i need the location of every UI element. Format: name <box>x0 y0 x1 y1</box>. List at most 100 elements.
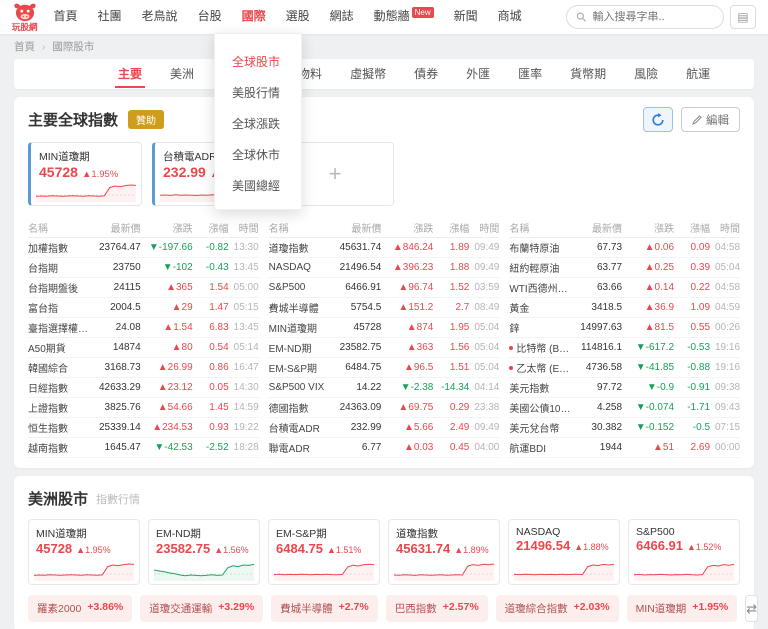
quote-name: 美國公債10年期 <box>509 400 574 415</box>
americas-card-EM-S&P期[interactable]: EM-S&P期6484.75▲1.51% <box>268 519 380 585</box>
quote-row-富台指[interactable]: 富台指2004.5▲291.4705:15 <box>28 298 259 318</box>
tab-美洲[interactable]: 美洲 <box>156 60 208 88</box>
dropdown-item-全球漲跌[interactable]: 全球漲跌 <box>215 108 301 139</box>
mover-chip-道瓊交通運輸[interactable]: 道瓊交通運輸+3.29% <box>140 595 263 622</box>
quote-row-NASDAQ[interactable]: NASDAQ21496.54▲396.231.8809:49 <box>269 258 500 278</box>
quote-price: 3825.76 <box>93 402 141 413</box>
tab-風險[interactable]: 風險 <box>620 60 672 88</box>
quote-price: 4.258 <box>574 402 622 413</box>
quote-time: 13:45 <box>229 262 259 273</box>
nav-item-動態牆[interactable]: 動態牆New <box>364 0 444 35</box>
quote-row-恒生指數[interactable]: 恒生指數25339.14▲234.530.9319:22 <box>28 418 259 438</box>
quote-change-pct: -0.82 <box>193 242 229 253</box>
quote-row-聯電ADR[interactable]: 聯電ADR6.77▲0.030.4504:00 <box>269 438 500 458</box>
quote-row-S&P500[interactable]: S&P5006466.91▲96.741.5203:59 <box>269 278 500 298</box>
tab-外匯[interactable]: 外匯 <box>452 60 504 88</box>
refresh-button[interactable] <box>643 107 673 132</box>
quick-menu-button[interactable]: ▤ <box>730 5 756 29</box>
quote-row-臺指選擇權波動率指數[interactable]: 臺指選擇權波動率指數24.08▲1.546.8313:45 <box>28 318 259 338</box>
quote-change-pct: 1.51 <box>433 362 469 373</box>
tab-債券[interactable]: 債券 <box>400 60 452 88</box>
nav-item-選股[interactable]: 選股 <box>276 0 320 35</box>
mover-chip-巴西指數[interactable]: 巴西指數+2.57% <box>386 595 488 622</box>
quote-row-加權指數[interactable]: 加權指數23764.47▼-197.66-0.8213:30 <box>28 238 259 258</box>
quote-row-費城半導體[interactable]: 費城半導體5754.5▲151.22.708:49 <box>269 298 500 318</box>
tab-匯率[interactable]: 匯率 <box>504 60 556 88</box>
americas-card-MIN道瓊期[interactable]: MIN道瓊期45728▲1.95% <box>28 519 140 585</box>
nav-item-網誌[interactable]: 網誌 <box>320 0 364 35</box>
quote-row-黃金[interactable]: 黃金3418.5▲36.91.0904:59 <box>509 298 740 318</box>
mover-chip-MIN道瓊期[interactable]: MIN道瓊期+1.95% <box>627 595 738 622</box>
americas-card-EM-ND期[interactable]: EM-ND期23582.75▲1.56% <box>148 519 260 585</box>
nav-item-台股[interactable]: 台股 <box>188 0 232 35</box>
quote-row-航運BDI[interactable]: 航運BDI1944▲512.6900:00 <box>509 438 740 458</box>
quote-row-比特幣 (BTC)[interactable]: 比特幣 (BTC)114816.1▼-617.2-0.5319:16 <box>509 338 740 358</box>
new-badge: New <box>412 7 434 18</box>
quote-price: 24.08 <box>93 322 141 333</box>
dropdown-item-全球股市[interactable]: 全球股市 <box>215 46 301 77</box>
quote-row-韓國綜合[interactable]: 韓國綜合3168.73▲26.990.8616:47 <box>28 358 259 378</box>
quote-row-美國公債10年期[interactable]: 美國公債10年期4.258▼-0.074-1.7109:43 <box>509 398 740 418</box>
mover-chip-羅素2000[interactable]: 羅素2000+3.86% <box>28 595 132 622</box>
chips-scroll-button[interactable]: ⇄ <box>745 595 758 622</box>
americas-card-price-line: 23582.75▲1.56% <box>156 541 252 556</box>
quote-change: ▲1.54 <box>141 322 193 333</box>
nav-item-首頁[interactable]: 首頁 <box>44 0 88 35</box>
quote-change-pct: 1.47 <box>193 302 229 313</box>
dropdown-item-美國總經[interactable]: 美國總經 <box>215 170 301 201</box>
quote-row-WTI西德州原油[interactable]: WTI西德州原油63.66▲0.140.2204:58 <box>509 278 740 298</box>
quote-row-MIN道瓊期[interactable]: MIN道瓊期45728▲8741.9505:04 <box>269 318 500 338</box>
nav-item-社團[interactable]: 社團 <box>88 0 132 35</box>
mover-chip-費城半導體[interactable]: 費城半導體+2.7% <box>271 595 378 622</box>
quote-change-pct: 0.93 <box>193 422 229 433</box>
quote-row-S&P500 VIX[interactable]: S&P500 VIX14.22▼-2.38-14.3404:14 <box>269 378 500 398</box>
tab-貨幣期[interactable]: 貨幣期 <box>556 60 620 88</box>
quote-name: 紐約輕原油 <box>509 260 574 275</box>
quote-change: ▲846.24 <box>381 242 433 253</box>
quote-row-A50期貨[interactable]: A50期貨14874▲800.5405:14 <box>28 338 259 358</box>
nav-item-新聞[interactable]: 新聞 <box>444 0 488 35</box>
americas-card-道瓊指數[interactable]: 道瓊指數45631.74▲1.89% <box>388 519 500 585</box>
edit-button[interactable]: 編輯 <box>681 107 740 132</box>
live-dot-icon <box>509 366 513 370</box>
site-logo[interactable]: 玩股網 <box>12 2 38 32</box>
quote-row-EM-ND期[interactable]: EM-ND期23582.75▲3631.5605:04 <box>269 338 500 358</box>
americas-card-S&P500[interactable]: S&P5006466.91▲1.52% <box>628 519 740 585</box>
quote-row-紐約輕原油[interactable]: 紐約輕原油63.77▲0.250.3905:04 <box>509 258 740 278</box>
quote-row-德國指數[interactable]: 德國指數24363.09▲69.750.2923:38 <box>269 398 500 418</box>
dropdown-item-全球休市[interactable]: 全球休市 <box>215 139 301 170</box>
americas-card-price-line: 6466.91▲1.52% <box>636 538 732 553</box>
quote-row-乙太幣 (ETH)[interactable]: 乙太幣 (ETH)4736.58▼-41.85-0.8819:16 <box>509 358 740 378</box>
quote-row-美元指數[interactable]: 美元指數97.72▼-0.9-0.9109:38 <box>509 378 740 398</box>
breadcrumb-home[interactable]: 首頁 <box>14 41 35 53</box>
nav-item-商城[interactable]: 商城 <box>488 0 532 35</box>
search-input-wrap[interactable] <box>566 5 724 29</box>
search-input[interactable] <box>593 11 714 23</box>
quote-price: 30.382 <box>574 422 622 433</box>
quote-time: 09:49 <box>469 422 499 433</box>
nav-item-老鳥說[interactable]: 老鳥說 <box>132 0 188 35</box>
sparkline-chart <box>634 561 734 581</box>
quote-row-日經指數[interactable]: 日經指數42633.29▲23.120.0514:30 <box>28 378 259 398</box>
tab-主要[interactable]: 主要 <box>104 60 156 88</box>
watch-card-MIN道瓊期[interactable]: MIN道瓊期45728▲1.95% <box>28 142 142 206</box>
quote-row-鋅[interactable]: 鋅14997.63▲81.50.5500:26 <box>509 318 740 338</box>
mover-chip-pct: +3.29% <box>218 601 254 616</box>
americas-card-NASDAQ[interactable]: NASDAQ21496.54▲1.88% <box>508 519 620 585</box>
quote-row-台積電ADR[interactable]: 台積電ADR232.99▲5.662.4909:49 <box>269 418 500 438</box>
nav-item-國際[interactable]: 國際 <box>232 0 276 35</box>
mover-chip-道瓊綜合指數[interactable]: 道瓊綜合指數+2.03% <box>496 595 619 622</box>
quote-row-布蘭特原油[interactable]: 布蘭特原油67.73▲0.060.0904:58 <box>509 238 740 258</box>
quote-row-上證指數[interactable]: 上證指數3825.76▲54.661.4514:59 <box>28 398 259 418</box>
quote-row-道瓊指數[interactable]: 道瓊指數45631.74▲846.241.8909:49 <box>269 238 500 258</box>
quote-row-台指期[interactable]: 台指期23750▼-102-0.4313:45 <box>28 258 259 278</box>
americas-card-change-pct: ▲1.56% <box>214 545 248 555</box>
tab-航運[interactable]: 航運 <box>672 60 724 88</box>
quote-change: ▼-617.2 <box>622 342 674 353</box>
quote-row-台指期盤後[interactable]: 台指期盤後24115▲3651.5405:00 <box>28 278 259 298</box>
tab-虛擬幣[interactable]: 虛擬幣 <box>336 60 400 88</box>
quote-row-越南指數[interactable]: 越南指數1645.47▼-42.53-2.5218:28 <box>28 438 259 458</box>
dropdown-item-美股行情[interactable]: 美股行情 <box>215 77 301 108</box>
quote-row-美元兌台幣[interactable]: 美元兌台幣30.382▼-0.152-0.507:15 <box>509 418 740 438</box>
quote-row-EM-S&P期[interactable]: EM-S&P期6484.75▲96.51.5105:04 <box>269 358 500 378</box>
